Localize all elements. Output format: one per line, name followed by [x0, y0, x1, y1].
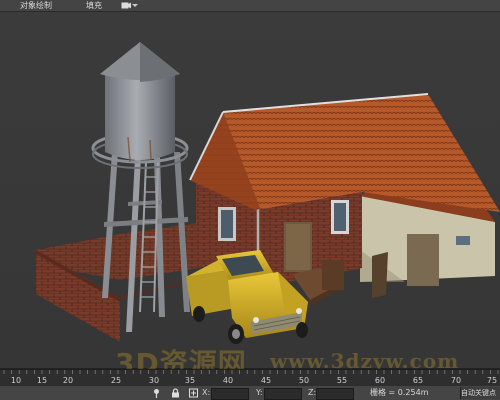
- tick-label: 40: [222, 376, 234, 385]
- timeline-ticks: [3, 370, 499, 374]
- z-coordinate-field[interactable]: [316, 388, 354, 400]
- tick-label: 65: [412, 376, 424, 385]
- tick-label: 50: [298, 376, 310, 385]
- tick-label: 20: [62, 376, 74, 385]
- tick-label: 35: [184, 376, 196, 385]
- tab-object-paint[interactable]: 对象绘制: [20, 0, 52, 11]
- perspective-viewport[interactable]: 3D资源网 www.3dzyw.com: [0, 12, 500, 380]
- tick-label: 55: [336, 376, 348, 385]
- tick-label: 70: [450, 376, 462, 385]
- tick-label: 75: [486, 376, 498, 385]
- water-tower: [91, 42, 190, 332]
- tick-label: 60: [374, 376, 386, 385]
- tick-label: 25: [110, 376, 122, 385]
- tab-populate[interactable]: 填充: [86, 0, 102, 11]
- z-coordinate-label: Z:: [308, 388, 317, 397]
- auto-key-button[interactable]: 自动关键点: [460, 387, 500, 399]
- grid-size-readout: 栅格 = 0.254m: [370, 388, 429, 397]
- x-coordinate-field[interactable]: [211, 388, 249, 400]
- camera-icon[interactable]: [121, 2, 131, 9]
- pin-icon[interactable]: [152, 388, 161, 398]
- x-coordinate-label: X:: [202, 388, 211, 397]
- dropdown-arrow-icon[interactable]: [132, 2, 138, 9]
- timeline-ruler[interactable]: 10 15 20 25 30 35 40 45 50 55 60 65 70 7…: [0, 369, 500, 386]
- selection-toggle-icon[interactable]: [189, 388, 198, 398]
- tick-label: 10: [10, 376, 22, 385]
- y-coordinate-field[interactable]: [264, 388, 302, 400]
- tick-label: 15: [36, 376, 48, 385]
- status-bar: X: Y: Z: 栅格 = 0.254m 自动关键点: [0, 386, 500, 400]
- tick-label: 30: [148, 376, 160, 385]
- tick-label: 45: [260, 376, 272, 385]
- ribbon-tab-bar: 对象绘制 填充: [0, 0, 500, 12]
- y-coordinate-label: Y:: [256, 388, 263, 397]
- lock-icon[interactable]: [171, 388, 180, 398]
- scene-render: [36, 42, 500, 344]
